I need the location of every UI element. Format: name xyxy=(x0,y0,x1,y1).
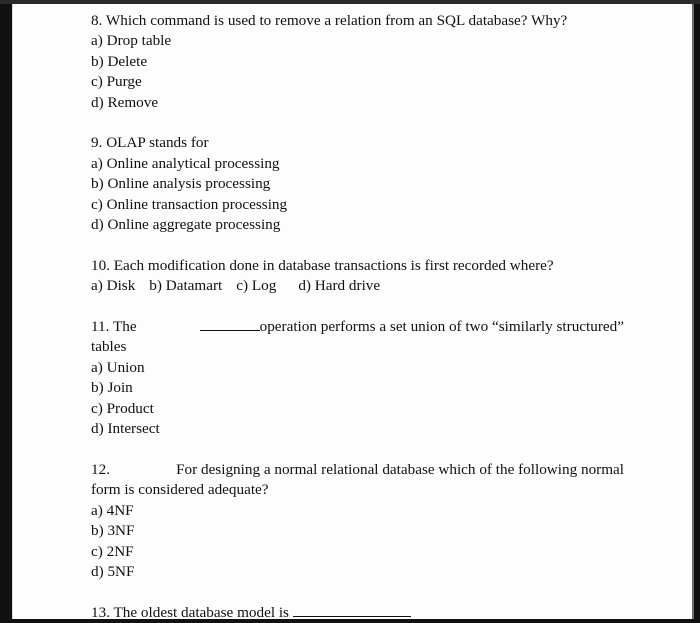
options-row: a) Disk b) Datamart c) Log d) Hard drive xyxy=(91,276,624,296)
option-d: d) 5NF xyxy=(91,562,135,580)
option-a: a) Drop table xyxy=(91,32,172,50)
question-12: 12. For designing a normal relational dat… xyxy=(91,460,624,582)
question-10: 10. Each modification done in database t… xyxy=(91,256,624,297)
question-13: 13. The oldest database model is xyxy=(91,603,624,623)
question-number: 8. xyxy=(91,12,103,29)
option-d: d) Intersect xyxy=(91,420,160,438)
option-c: c) Product xyxy=(91,399,154,417)
question-10-prompt: 10. Each modification done in database t… xyxy=(91,256,624,276)
question-number: 9. xyxy=(91,134,103,152)
option-c: c) 2NF xyxy=(91,542,134,560)
question-text: Each modification done in database trans… xyxy=(113,256,554,274)
page-edge xyxy=(692,4,694,619)
option-c: c) Log xyxy=(236,277,277,295)
prompt-rest: operation performs a set union of two “s… xyxy=(198,317,624,337)
option-b: b) 3NF xyxy=(91,522,135,540)
question-12-prompt: 12. For designing a normal relational dat… xyxy=(91,460,624,480)
question-8-prompt: 8. Which command is used to remove a rel… xyxy=(91,11,624,31)
question-13-prompt: 13. The oldest database model is xyxy=(91,603,624,623)
question-list: 8. Which command is used to remove a rel… xyxy=(91,11,624,623)
prompt-start: 11. The xyxy=(91,317,137,337)
question-11-prompt: 11. The operation performs a set union o… xyxy=(91,317,624,337)
option-c: c) Online transaction processing xyxy=(91,195,288,213)
option-b: b) Datamart xyxy=(149,277,223,295)
fill-in-blank xyxy=(199,318,260,332)
document-page: 8. Which command is used to remove a rel… xyxy=(12,4,693,621)
option-a: a) Union xyxy=(91,358,145,376)
option-a: a) Online analytical processing xyxy=(91,154,280,172)
option-a: a) 4NF xyxy=(91,501,134,519)
question-text: Which command is used to remove a relati… xyxy=(105,12,568,29)
option-d: d) Online aggregate processing xyxy=(91,216,281,234)
question-11: 11. The operation performs a set union o… xyxy=(91,317,624,439)
question-9-prompt: 9. OLAP stands for xyxy=(91,133,624,153)
option-b: b) Delete xyxy=(91,52,148,70)
question-number: 11. xyxy=(91,318,110,336)
option-a: a) Disk xyxy=(91,277,136,295)
question-text: The xyxy=(112,318,137,336)
fill-in-blank xyxy=(292,604,411,617)
question-number: 10. xyxy=(91,256,110,274)
question-text: OLAP stands for xyxy=(106,134,209,152)
question-number: 13. xyxy=(91,603,110,621)
option-c: c) Purge xyxy=(91,73,142,91)
question-8: 8. Which command is used to remove a rel… xyxy=(91,11,624,113)
option-d: d) Hard drive xyxy=(298,277,381,295)
question-12-prompt-continued: form is considered adequate? xyxy=(91,481,269,499)
option-d: d) Remove xyxy=(91,93,159,111)
question-11-prompt-continued: tables xyxy=(91,338,127,356)
question-text: operation performs a set union of two “s… xyxy=(259,318,624,336)
option-b: b) Online analysis processing xyxy=(91,175,271,193)
question-9: 9. OLAP stands for a) Online analytical … xyxy=(91,133,624,235)
question-text: The oldest database model is xyxy=(113,603,289,621)
question-number: 12. xyxy=(91,460,110,478)
question-text: For designing a normal relational databa… xyxy=(176,460,624,478)
option-b: b) Join xyxy=(91,379,133,397)
